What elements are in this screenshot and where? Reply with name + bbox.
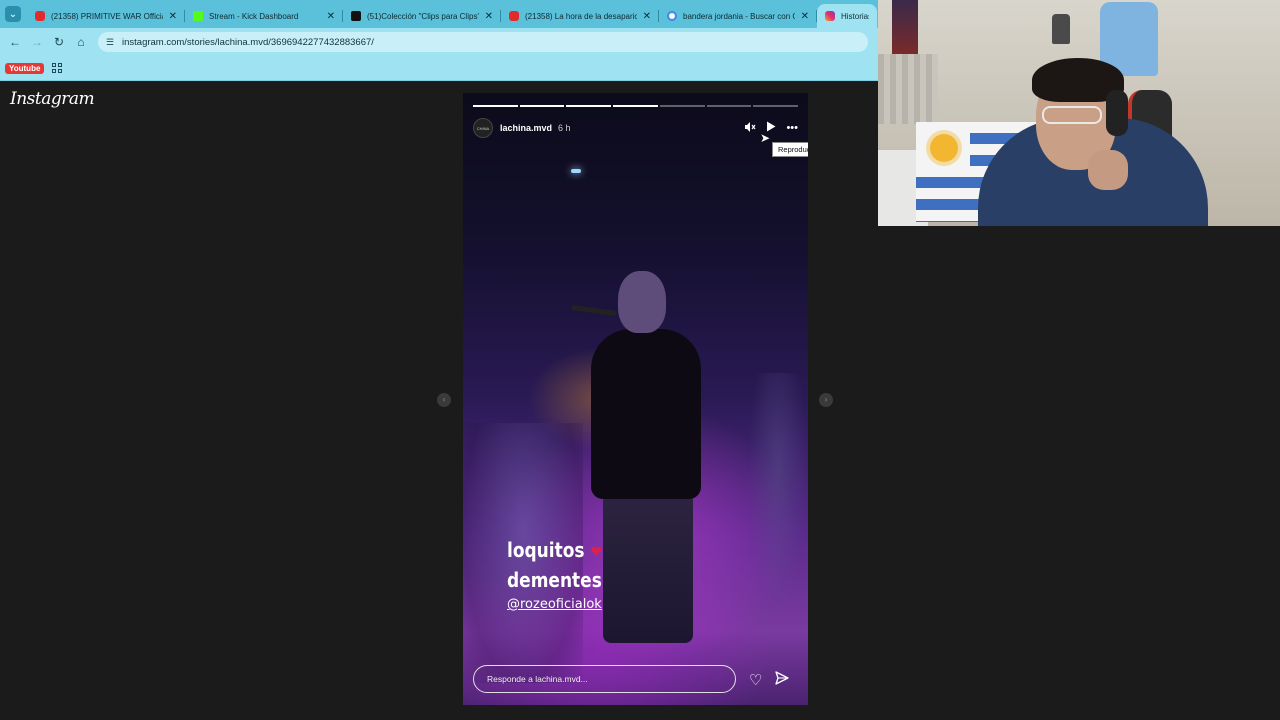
story-progress-segment: [613, 105, 658, 107]
home-icon[interactable]: ⌂: [74, 35, 88, 49]
tab-la-hora[interactable]: (21358) La hora de la desaparic ✕: [501, 4, 659, 28]
previous-story-chevron-icon[interactable]: ‹: [437, 393, 451, 407]
address-bar[interactable]: ☰ instagram.com/stories/lachina.mvd/3696…: [98, 32, 868, 52]
story-progress-segment: [753, 105, 799, 107]
webcam-overlay: [878, 0, 1280, 226]
tab-search-icon[interactable]: ⌄: [5, 6, 21, 22]
forward-arrow-icon[interactable]: →: [30, 35, 44, 49]
tab-kick-dashboard[interactable]: Stream - Kick Dashboard ✕: [185, 4, 343, 28]
tab-title: (21358) PRIMITIVE WAR Official: [51, 11, 163, 21]
heart-icon[interactable]: ♡: [749, 671, 762, 689]
story-image-crowd: [748, 373, 808, 613]
google-icon: [667, 11, 677, 21]
story-progress-bar: [473, 105, 799, 107]
story-progress-segment: [566, 105, 612, 107]
story-progress-segment: [473, 105, 518, 107]
tab-title: Historias •: [841, 11, 869, 21]
caption-line: dementes: [507, 568, 602, 592]
mouse-pointer-icon: ➤: [760, 131, 771, 145]
tiktok-icon: [351, 11, 361, 21]
webcam-background: [1052, 14, 1070, 44]
tab-instagram-historias[interactable]: Historias •: [817, 4, 877, 28]
site-info-icon[interactable]: ☰: [106, 37, 116, 47]
webcam-background: [878, 54, 938, 124]
send-icon[interactable]: [775, 671, 789, 685]
heart-emoji-icon: ❤: [590, 542, 602, 561]
story-progress-segment: [706, 105, 752, 107]
tab-tiktok-clips[interactable]: (51)Colección "Clips para Clips" ✕: [343, 4, 501, 28]
mention-link[interactable]: @rozeoficialok: [507, 597, 619, 612]
tab-title: Stream - Kick Dashboard: [209, 11, 299, 21]
story-progress-segment: [659, 105, 705, 107]
close-icon[interactable]: ✕: [485, 11, 493, 22]
close-icon[interactable]: ✕: [643, 11, 651, 22]
caption-line: loquitos ❤: [507, 536, 602, 566]
story-image-performer: [591, 329, 701, 499]
url-text: instagram.com/stories/lachina.mvd/369694…: [122, 36, 374, 48]
webcam-background: [892, 0, 918, 54]
story-username[interactable]: lachina.mvd: [500, 123, 552, 133]
youtube-icon: [35, 11, 45, 21]
more-options-icon[interactable]: •••: [786, 122, 798, 134]
story-image-performer: [618, 271, 666, 333]
tab-title: (51)Colección "Clips para Clips": [367, 11, 479, 21]
story-caption: loquitos ❤ dementes @rozeoficialok: [507, 536, 619, 612]
tab-title: bandera jordania - Buscar con G: [683, 11, 795, 21]
webcam-person: [1088, 150, 1128, 190]
webcam-flag-sun: [930, 134, 958, 162]
caption-text: loquitos: [507, 538, 585, 562]
back-arrow-icon[interactable]: ←: [8, 35, 22, 49]
play-tooltip: Reproducir: [772, 142, 808, 157]
tab-strip: ⌄ (21358) PRIMITIVE WAR Official ✕ Strea…: [0, 0, 878, 28]
story-image-light: [571, 169, 581, 173]
browser-toolbar: ← → ↻ ⌂ ☰ instagram.com/stories/lachina.…: [0, 28, 878, 56]
kick-icon: [193, 11, 203, 21]
story-image-microphone: [570, 304, 618, 317]
story-progress-segment: [519, 105, 565, 107]
instagram-icon: [825, 11, 835, 21]
reload-icon[interactable]: ↻: [52, 35, 66, 49]
close-icon[interactable]: ✕: [801, 11, 809, 22]
instagram-logo[interactable]: Instagram: [10, 89, 95, 109]
apps-grid-icon[interactable]: [52, 63, 63, 73]
youtube-icon: [509, 11, 519, 21]
story-viewer[interactable]: CHINA lachina.mvd 6 h ••• ➤ Reproducir l…: [463, 93, 808, 705]
close-icon[interactable]: ✕: [169, 11, 177, 22]
tab-google-search[interactable]: bandera jordania - Buscar con G ✕: [659, 4, 817, 28]
bookmark-youtube[interactable]: Youtube: [5, 62, 45, 74]
next-story-chevron-icon[interactable]: ›: [819, 393, 833, 407]
webcam-person: [1106, 90, 1128, 136]
muted-speaker-icon[interactable]: [744, 121, 756, 136]
close-icon[interactable]: ✕: [327, 11, 335, 22]
story-header: CHINA lachina.mvd 6 h •••: [473, 117, 798, 139]
webcam-person: [1042, 106, 1102, 124]
story-timestamp: 6 h: [558, 123, 571, 133]
bookmarks-bar: Youtube: [0, 56, 878, 81]
avatar[interactable]: CHINA: [473, 118, 493, 138]
tab-title: (21358) La hora de la desaparic: [525, 11, 637, 21]
reply-input[interactable]: [473, 665, 736, 693]
tab-primitive-war[interactable]: (21358) PRIMITIVE WAR Official ✕: [27, 4, 185, 28]
